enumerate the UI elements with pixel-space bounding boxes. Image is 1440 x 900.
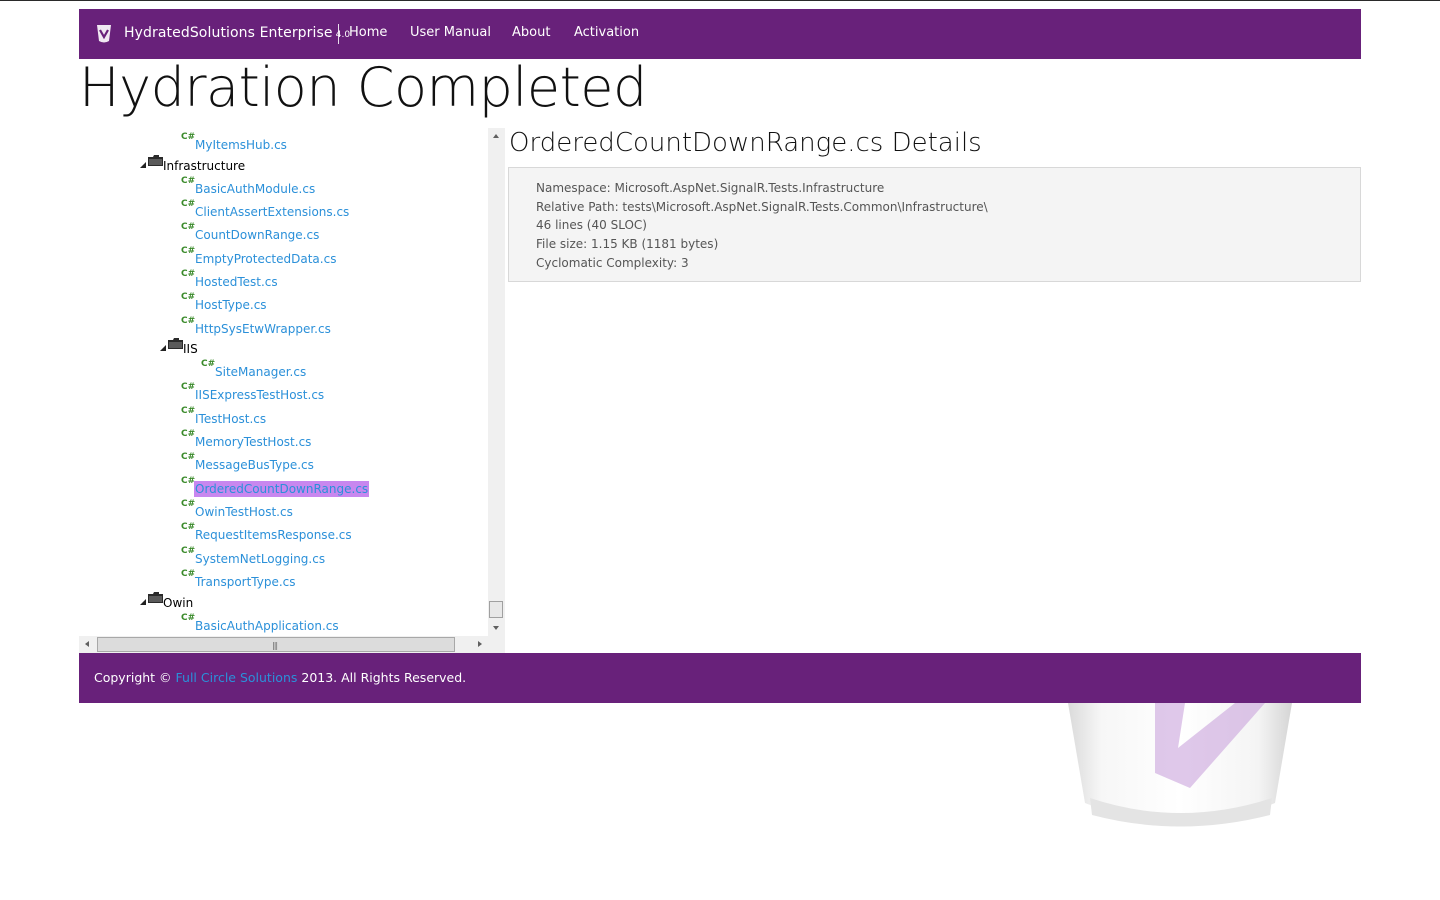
expand-collapse-icon[interactable] [160, 345, 166, 351]
folder-icon [148, 155, 163, 166]
tree-file-link[interactable]: BasicAuthApplication.cs [194, 618, 340, 634]
tree-file-link-selected[interactable]: OrderedCountDownRange.cs [194, 481, 370, 497]
vertical-scrollbar[interactable] [488, 128, 505, 636]
tree-folder-owin[interactable]: Owin [139, 592, 339, 610]
tree-file-link[interactable]: CountDownRange.cs [194, 227, 320, 243]
scroll-down-button[interactable] [488, 619, 505, 636]
detail-lines: 46 lines (40 SLOC) [536, 218, 647, 232]
footer-copyright: Copyright © Full Circle Solutions 2013. … [94, 670, 467, 685]
tree-file-link[interactable]: MemoryTestHost.cs [194, 434, 312, 450]
navbar: HydratedSolutions Enterprise 4.0 Home Use… [79, 9, 1361, 59]
file-tree-panel: C# MyItemsHub.cs Infrastructure C# Basic… [79, 128, 505, 653]
details-title: OrderedCountDownRange.cs Details [509, 128, 982, 158]
scroll-right-icon[interactable] [478, 641, 482, 647]
page-title: Hydration Completed [79, 56, 647, 119]
grip-icon: ||| [272, 641, 278, 650]
footer-company-link[interactable]: Full Circle Solutions [176, 670, 298, 685]
tree-file-link[interactable]: HostType.cs [194, 297, 268, 313]
arrow-up-icon [493, 134, 499, 138]
tree-folder-infrastructure[interactable]: Infrastructure [139, 155, 339, 173]
vertical-scroll-thumb[interactable] [489, 601, 503, 618]
tree-file-link[interactable]: ITestHost.cs [194, 411, 267, 427]
folder-icon [148, 592, 163, 603]
tree-file-link[interactable]: OwinTestHost.cs [194, 504, 294, 520]
tree-file-link[interactable]: MyItemsHub.cs [194, 137, 288, 153]
tree-file-link[interactable]: SiteManager.cs [214, 364, 307, 380]
details-box: Namespace: Microsoft.AspNet.SignalR.Test… [508, 167, 1361, 282]
tree-file-link[interactable]: MessageBusType.cs [194, 457, 315, 473]
tree-folder-iis[interactable]: IIS [159, 338, 359, 356]
scroll-left-icon[interactable] [85, 641, 89, 647]
tree-folder-label: IIS [183, 342, 198, 356]
glass-logo-icon[interactable] [95, 24, 113, 44]
horizontal-scrollbar[interactable]: ||| [79, 636, 488, 653]
window-top-border [0, 0, 1440, 1]
brand-name[interactable]: HydratedSolutions Enterprise 4.0 [124, 25, 350, 41]
scroll-up-button[interactable] [488, 128, 505, 145]
footer: Copyright © Full Circle Solutions 2013. … [79, 653, 1361, 703]
tree-file-link[interactable]: EmptyProtectedData.cs [194, 251, 337, 267]
detail-complexity: Cyclomatic Complexity: 3 [536, 256, 689, 270]
background-glass-logo [1068, 703, 1292, 827]
detail-relative-path: Relative Path: tests\Microsoft.AspNet.Si… [536, 200, 988, 214]
nav-home-link[interactable]: Home [349, 25, 387, 40]
nav-divider [338, 24, 339, 44]
tree-file-link[interactable]: SystemNetLogging.cs [194, 551, 326, 567]
tree-file-link[interactable]: HttpSysEtwWrapper.cs [194, 321, 332, 337]
nav-about-link[interactable]: About [512, 25, 550, 40]
tree-file-link[interactable]: IISExpressTestHost.cs [194, 387, 325, 403]
horizontal-scroll-thumb[interactable]: ||| [97, 637, 455, 652]
detail-namespace: Namespace: Microsoft.AspNet.SignalR.Test… [536, 181, 885, 195]
tree-file-link[interactable]: ClientAssertExtensions.cs [194, 204, 350, 220]
tree-file-link[interactable]: RequestItemsResponse.cs [194, 527, 353, 543]
tree-file-link[interactable]: BasicAuthModule.cs [194, 181, 316, 197]
nav-user-manual-link[interactable]: User Manual [410, 25, 491, 40]
tree-file-link[interactable]: HostedTest.cs [194, 274, 279, 290]
scroll-corner [488, 636, 505, 653]
expand-collapse-icon[interactable] [140, 162, 146, 168]
tree-file-link[interactable]: TransportType.cs [194, 574, 297, 590]
arrow-down-icon [493, 626, 499, 630]
tree-folder-label: Owin [163, 596, 194, 610]
expand-collapse-icon[interactable] [140, 599, 146, 605]
nav-activation-link[interactable]: Activation [574, 25, 639, 40]
tree-folder-label: Infrastructure [163, 159, 246, 173]
detail-file-size: File size: 1.15 KB (1181 bytes) [536, 237, 719, 251]
file-tree[interactable]: C# MyItemsHub.cs Infrastructure C# Basic… [79, 128, 488, 636]
folder-icon [168, 338, 183, 349]
